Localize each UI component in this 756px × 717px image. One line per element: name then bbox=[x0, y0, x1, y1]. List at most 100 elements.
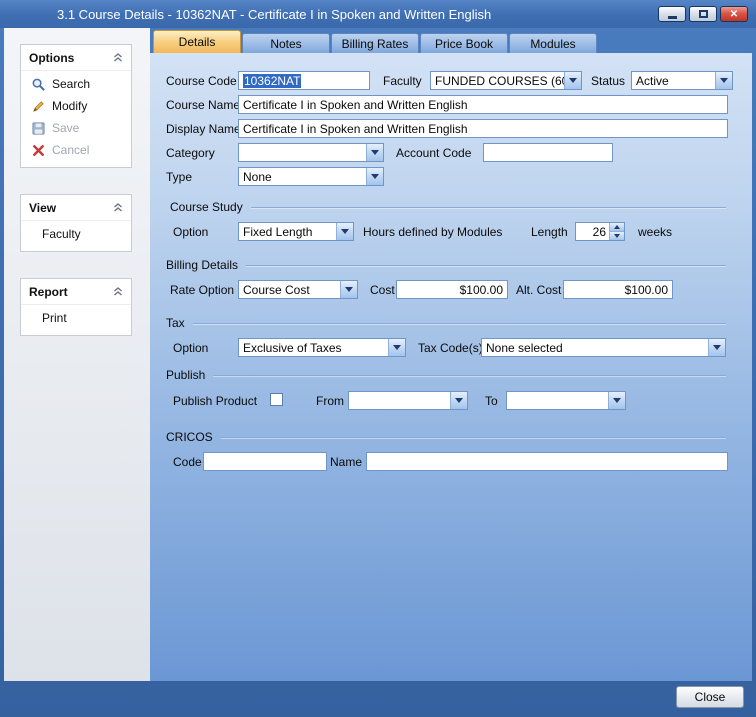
maximize-icon bbox=[699, 10, 708, 18]
status-value: Active bbox=[632, 72, 715, 89]
dropdown-arrow-icon[interactable] bbox=[708, 339, 725, 356]
dropdown-arrow-icon[interactable] bbox=[608, 392, 625, 409]
category-value bbox=[239, 144, 366, 161]
options-panel-header[interactable]: Options bbox=[21, 45, 131, 71]
publish-product-checkbox[interactable] bbox=[270, 393, 283, 406]
tax-codes-value: None selected bbox=[482, 339, 708, 356]
type-value: None bbox=[239, 168, 366, 185]
alt-cost-input[interactable]: $100.00 bbox=[563, 280, 673, 299]
length-label: Length bbox=[531, 225, 568, 239]
rate-option-select[interactable]: Course Cost bbox=[238, 280, 358, 299]
tab-label: Modules bbox=[530, 37, 575, 51]
faculty-value: FUNDED COURSES (6003) bbox=[431, 72, 564, 89]
type-select[interactable]: None bbox=[238, 167, 384, 186]
section-rule bbox=[221, 437, 726, 438]
window-body: Options Search Modify bbox=[4, 28, 752, 681]
tab-modules[interactable]: Modules bbox=[509, 33, 597, 53]
tax-codes-select[interactable]: None selected bbox=[481, 338, 726, 357]
save-icon bbox=[31, 121, 46, 136]
course-code-value: 10362NAT bbox=[243, 74, 301, 88]
tab-label: Billing Rates bbox=[342, 37, 409, 51]
course-study-option-select[interactable]: Fixed Length bbox=[238, 222, 354, 241]
account-code-input[interactable] bbox=[483, 143, 613, 162]
course-study-section-header: Course Study bbox=[170, 200, 726, 214]
minimize-button[interactable] bbox=[658, 6, 686, 22]
course-name-value: Certificate I in Spoken and Written Engl… bbox=[243, 98, 468, 112]
sidebar-item-save[interactable]: Save bbox=[21, 117, 131, 139]
report-panel-body: Print bbox=[21, 305, 131, 335]
main-area: Details Notes Billing Rates Price Book M… bbox=[150, 28, 752, 681]
rate-option-label: Rate Option bbox=[170, 283, 234, 297]
tax-option-value: Exclusive of Taxes bbox=[239, 339, 388, 356]
sidebar-item-modify[interactable]: Modify bbox=[21, 95, 131, 117]
cost-label: Cost bbox=[370, 283, 395, 297]
tab-billing-rates[interactable]: Billing Rates bbox=[331, 33, 419, 53]
sidebar-item-label: Modify bbox=[52, 99, 87, 113]
sidebar-item-label: Cancel bbox=[52, 143, 89, 157]
sidebar-item-faculty[interactable]: Faculty bbox=[21, 223, 131, 245]
tab-notes[interactable]: Notes bbox=[242, 33, 330, 53]
dropdown-arrow-icon[interactable] bbox=[450, 392, 467, 409]
report-panel: Report Print bbox=[20, 278, 132, 336]
search-icon bbox=[31, 77, 46, 92]
sidebar-item-search[interactable]: Search bbox=[21, 73, 131, 95]
section-rule bbox=[213, 375, 726, 376]
type-label: Type bbox=[166, 170, 192, 184]
alt-cost-value: $100.00 bbox=[625, 283, 668, 297]
cost-input[interactable]: $100.00 bbox=[396, 280, 508, 299]
section-rule bbox=[251, 207, 726, 208]
publish-to-label: To bbox=[485, 394, 498, 408]
report-panel-title: Report bbox=[29, 285, 68, 299]
collapse-chevron-icon[interactable] bbox=[113, 287, 123, 296]
view-panel-body: Faculty bbox=[21, 221, 131, 251]
tax-option-select[interactable]: Exclusive of Taxes bbox=[238, 338, 406, 357]
cricos-name-input[interactable] bbox=[366, 452, 728, 471]
faculty-select[interactable]: FUNDED COURSES (6003) bbox=[430, 71, 582, 90]
tax-section-header: Tax bbox=[166, 316, 726, 330]
dropdown-arrow-icon[interactable] bbox=[336, 223, 353, 240]
view-panel-header[interactable]: View bbox=[21, 195, 131, 221]
stepper-down-icon[interactable] bbox=[610, 231, 624, 240]
display-name-input[interactable]: Certificate I in Spoken and Written Engl… bbox=[238, 119, 728, 138]
category-select[interactable] bbox=[238, 143, 384, 162]
sidebar-item-cancel[interactable]: Cancel bbox=[21, 139, 131, 161]
course-name-input[interactable]: Certificate I in Spoken and Written Engl… bbox=[238, 95, 728, 114]
close-icon: ✕ bbox=[730, 9, 738, 20]
dropdown-arrow-icon[interactable] bbox=[366, 168, 383, 185]
dropdown-arrow-icon[interactable] bbox=[715, 72, 732, 89]
tab-label: Notes bbox=[270, 37, 301, 51]
cancel-icon bbox=[31, 143, 46, 158]
alt-cost-label: Alt. Cost bbox=[516, 283, 561, 297]
tab-label: Price Book bbox=[435, 37, 493, 51]
length-stepper[interactable]: 26 bbox=[575, 222, 625, 241]
publish-product-label: Publish Product bbox=[173, 394, 257, 408]
tax-codes-label: Tax Code(s) bbox=[418, 341, 483, 355]
publish-from-select[interactable] bbox=[348, 391, 468, 410]
tab-label: Details bbox=[179, 35, 216, 49]
dropdown-arrow-icon[interactable] bbox=[388, 339, 405, 356]
dropdown-arrow-icon[interactable] bbox=[366, 144, 383, 161]
stepper-buttons bbox=[609, 223, 624, 240]
close-window-button[interactable]: ✕ bbox=[720, 6, 748, 22]
report-panel-header[interactable]: Report bbox=[21, 279, 131, 305]
length-unit-label: weeks bbox=[638, 225, 672, 239]
section-rule bbox=[193, 323, 726, 324]
billing-title: Billing Details bbox=[166, 258, 238, 272]
tax-option-label: Option bbox=[173, 341, 208, 355]
collapse-chevron-icon[interactable] bbox=[113, 53, 123, 62]
course-code-input[interactable]: 10362NAT bbox=[238, 71, 370, 90]
publish-to-select[interactable] bbox=[506, 391, 626, 410]
tab-details[interactable]: Details bbox=[153, 30, 241, 53]
collapse-chevron-icon[interactable] bbox=[113, 203, 123, 212]
sidebar-item-print[interactable]: Print bbox=[21, 307, 131, 329]
dropdown-arrow-icon[interactable] bbox=[564, 72, 581, 89]
maximize-button[interactable] bbox=[689, 6, 717, 22]
close-button[interactable]: Close bbox=[676, 686, 744, 708]
cricos-code-input[interactable] bbox=[203, 452, 327, 471]
status-select[interactable]: Active bbox=[631, 71, 733, 90]
dropdown-arrow-icon[interactable] bbox=[340, 281, 357, 298]
tab-strip: Details Notes Billing Rates Price Book M… bbox=[150, 28, 752, 53]
stepper-up-icon[interactable] bbox=[610, 223, 624, 231]
tab-price-book[interactable]: Price Book bbox=[420, 33, 508, 53]
display-name-label: Display Name bbox=[166, 122, 241, 136]
